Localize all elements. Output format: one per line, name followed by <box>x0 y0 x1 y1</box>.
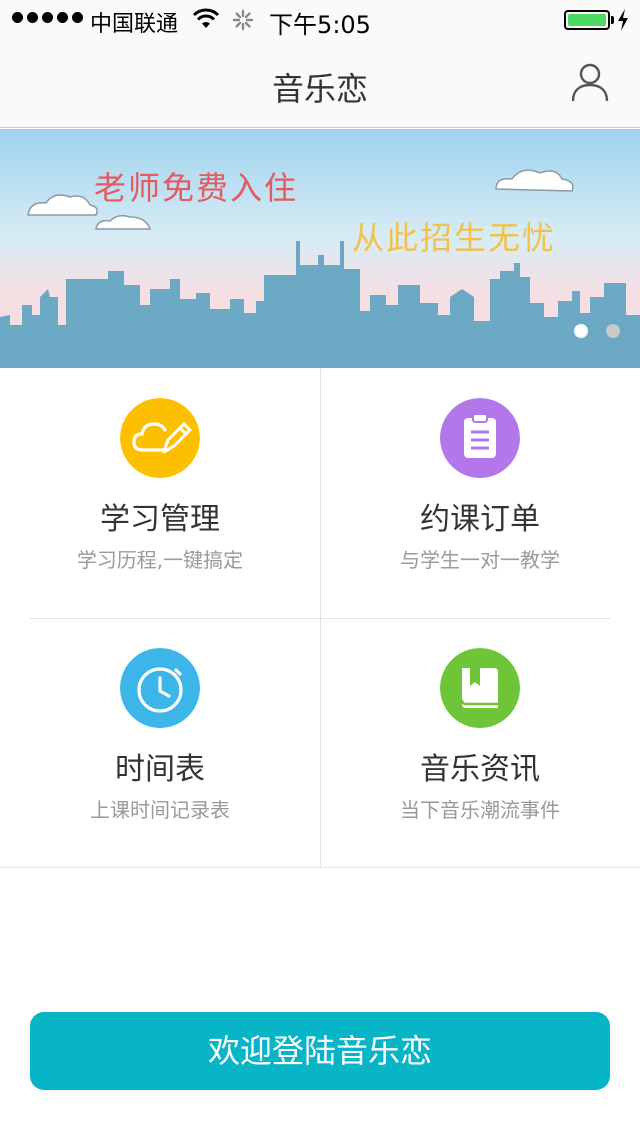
music-news-tile[interactable]: 音乐资讯 当下音乐潮流事件 <box>320 618 640 868</box>
tile-title: 音乐资讯 <box>420 752 540 787</box>
tile-title: 学习管理 <box>100 502 220 537</box>
banner-tagline: 从此招生无忧 <box>352 219 557 257</box>
clipboard-icon <box>440 398 520 478</box>
feature-grid: 学习管理 学习历程,一键搞定 约课订单 与学生一对一教学 时间表 上课时间记录表 <box>0 368 640 868</box>
tile-title: 约课订单 <box>420 502 540 537</box>
page-title: 音乐恋 <box>271 70 368 108</box>
tile-title: 时间表 <box>115 752 205 787</box>
status-bar: 中国联通 下午5:05 <box>0 0 640 40</box>
tile-subtitle: 上课时间记录表 <box>90 798 230 822</box>
tile-subtitle: 当下音乐潮流事件 <box>400 798 560 822</box>
login-button[interactable]: 欢迎登陆音乐恋 <box>30 1012 610 1090</box>
battery-tip <box>611 16 614 24</box>
page-indicator[interactable] <box>574 324 620 338</box>
tile-subtitle: 与学生一对一教学 <box>400 548 560 572</box>
banner-headline: 老师免费入住 <box>94 169 299 207</box>
charging-bolt-icon <box>618 9 628 31</box>
timetable-tile[interactable]: 时间表 上课时间记录表 <box>0 618 320 868</box>
page-dot-active[interactable] <box>574 324 588 338</box>
stopwatch-icon <box>120 648 200 728</box>
battery-fill <box>568 14 606 26</box>
navigation-bar: 音乐恋 <box>0 40 640 128</box>
battery-icon <box>564 10 610 30</box>
study-management-tile[interactable]: 学习管理 学习历程,一键搞定 <box>0 368 320 618</box>
user-icon[interactable] <box>568 60 612 104</box>
page-dot[interactable] <box>606 324 620 338</box>
pencil-cloud-icon <box>120 398 200 478</box>
promo-banner[interactable]: 老师免费入住 从此招生无忧 <box>0 129 640 368</box>
clock: 下午5:05 <box>269 11 371 39</box>
tile-subtitle: 学习历程,一键搞定 <box>76 548 244 572</box>
book-icon <box>440 648 520 728</box>
course-orders-tile[interactable]: 约课订单 与学生一对一教学 <box>320 368 640 618</box>
